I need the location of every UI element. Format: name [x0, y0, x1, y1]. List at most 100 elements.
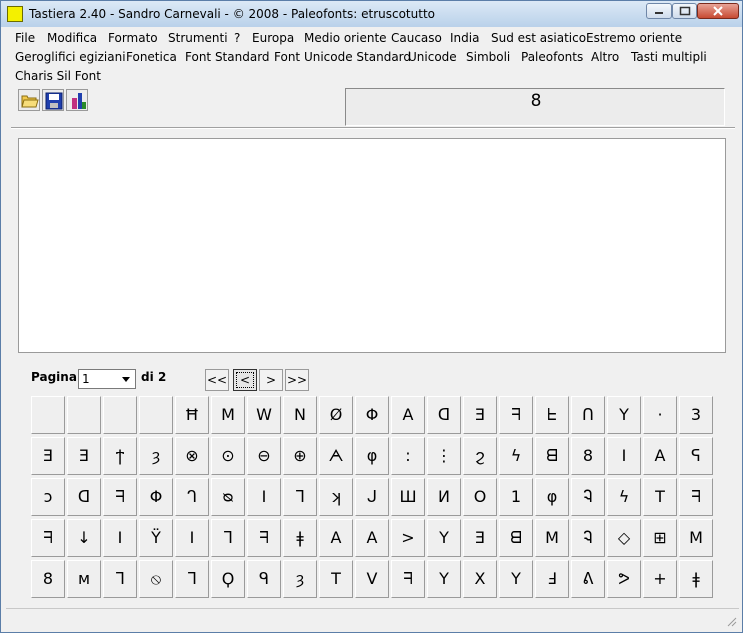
key-button[interactable]: ᖷ: [679, 478, 713, 516]
key-button[interactable]: M: [535, 519, 569, 557]
resize-grip-icon[interactable]: [725, 615, 737, 627]
key-button[interactable]: ↓: [67, 519, 101, 557]
key-button[interactable]: ᴍ: [67, 560, 101, 598]
key-button[interactable]: [139, 396, 173, 434]
menu-file[interactable]: File: [15, 31, 35, 45]
menu-india[interactable]: India: [450, 31, 479, 45]
key-button[interactable]: ⋮: [427, 437, 461, 475]
key-button[interactable]: A: [319, 519, 353, 557]
key-button[interactable]: ᕋ: [679, 437, 713, 475]
menu-simboli[interactable]: Simboli: [466, 50, 510, 64]
key-button[interactable]: Ħ: [175, 396, 209, 434]
key-button[interactable]: X: [463, 560, 497, 598]
key-button[interactable]: ◇: [607, 519, 641, 557]
key-button[interactable]: I: [247, 478, 281, 516]
page-select[interactable]: 1: [78, 369, 136, 389]
key-button[interactable]: Ǝ: [31, 437, 65, 475]
key-button[interactable]: ⊞: [643, 519, 677, 557]
key-button[interactable]: I: [175, 519, 209, 557]
key-button[interactable]: ʞ: [319, 478, 353, 516]
key-button[interactable]: ȝ: [139, 437, 173, 475]
key-button[interactable]: >: [391, 519, 425, 557]
key-button[interactable]: ᑫ: [247, 560, 281, 598]
prev-page-button[interactable]: <: [233, 369, 257, 391]
key-button[interactable]: I: [103, 519, 137, 557]
next-page-button[interactable]: >: [259, 369, 283, 391]
key-button[interactable]: ϟ: [499, 437, 533, 475]
key-button[interactable]: ᖷ: [499, 396, 533, 434]
key-button[interactable]: V: [355, 560, 389, 598]
key-button[interactable]: M: [679, 519, 713, 557]
key-button[interactable]: ⊙: [211, 437, 245, 475]
app-icon[interactable]: [7, 6, 23, 22]
key-button[interactable]: 8: [31, 560, 65, 598]
menu-paleofonts[interactable]: Paleofonts: [521, 50, 583, 64]
menu-font-unicode-standard[interactable]: Font Unicode Standard: [274, 50, 411, 64]
menu-fonetica[interactable]: Fonetica: [126, 50, 177, 64]
key-button[interactable]: ϩ: [463, 437, 497, 475]
menu-font-standard[interactable]: Font Standard: [185, 50, 270, 64]
key-button[interactable]: ⊗: [175, 437, 209, 475]
key-button[interactable]: Y: [607, 396, 641, 434]
key-button[interactable]: ᗡ: [427, 396, 461, 434]
key-button[interactable]: [67, 396, 101, 434]
menu-tasti-multipli[interactable]: Tasti multipli: [631, 50, 707, 64]
menu-caucaso[interactable]: Caucaso: [391, 31, 442, 45]
key-button[interactable]: ᴓ: [211, 478, 245, 516]
menu-geroglifici-egiziani[interactable]: Geroglifici egiziani: [15, 50, 126, 64]
key-button[interactable]: ᖷ: [31, 519, 65, 557]
key-button[interactable]: ⊖: [247, 437, 281, 475]
key-button[interactable]: ᒣ: [103, 560, 137, 598]
key-button[interactable]: W: [247, 396, 281, 434]
key-button[interactable]: ᒉ: [175, 478, 209, 516]
menu-europa[interactable]: Europa: [252, 31, 294, 45]
first-page-button[interactable]: <<: [205, 369, 229, 391]
key-button[interactable]: Ⅎ: [535, 560, 569, 598]
key-button[interactable]: φ: [535, 478, 569, 516]
key-button[interactable]: [103, 396, 137, 434]
key-button[interactable]: Φ: [355, 396, 389, 434]
menu-charis-sil-font[interactable]: Charis Sil Font: [15, 69, 101, 83]
menu-formato[interactable]: Formato: [108, 31, 158, 45]
key-button[interactable]: ǂ: [283, 519, 317, 557]
key-button[interactable]: [31, 396, 65, 434]
key-button[interactable]: Ꮈ: [571, 519, 605, 557]
key-button[interactable]: 8: [571, 437, 605, 475]
key-button[interactable]: Ꮈ: [571, 478, 605, 516]
key-button[interactable]: ᖷ: [103, 478, 137, 516]
key-button[interactable]: ↄ: [31, 478, 65, 516]
key-button[interactable]: ǂ: [679, 560, 713, 598]
key-button[interactable]: ·: [643, 396, 677, 434]
close-button[interactable]: [697, 3, 739, 19]
key-button[interactable]: ᖶ: [535, 396, 569, 434]
title-bar[interactable]: Tastiera 2.40 - Sandro Carnevali - © 200…: [1, 1, 742, 27]
menu-unicode[interactable]: Unicode: [408, 50, 457, 64]
key-button[interactable]: N: [283, 396, 317, 434]
key-button[interactable]: +: [643, 560, 677, 598]
menu-altro[interactable]: Altro: [591, 50, 619, 64]
menu-help[interactable]: ?: [234, 31, 240, 45]
key-button[interactable]: Υ: [499, 560, 533, 598]
key-button[interactable]: ᒣ: [283, 478, 317, 516]
key-button[interactable]: ϟ: [607, 478, 641, 516]
key-button[interactable]: ᕗ: [607, 560, 641, 598]
key-button[interactable]: I: [607, 437, 641, 475]
key-button[interactable]: ⊕: [283, 437, 317, 475]
key-button[interactable]: ⦸: [139, 560, 173, 598]
menu-estremo-oriente[interactable]: Estremo oriente: [586, 31, 682, 45]
key-button[interactable]: M: [211, 396, 245, 434]
key-button[interactable]: ᒣ: [175, 560, 209, 598]
key-button[interactable]: ᗅ: [319, 437, 353, 475]
menu-strumenti[interactable]: Strumenti: [168, 31, 228, 45]
key-button[interactable]: ᑎ: [571, 396, 605, 434]
key-button[interactable]: ᗺ: [499, 519, 533, 557]
key-button[interactable]: T: [643, 478, 677, 516]
key-button[interactable]: ȝ: [283, 560, 317, 598]
key-button[interactable]: И: [427, 478, 461, 516]
key-button[interactable]: O: [463, 478, 497, 516]
key-button[interactable]: Ǝ: [463, 519, 497, 557]
key-button[interactable]: φ: [355, 437, 389, 475]
font-tool-button[interactable]: [66, 89, 88, 111]
menu-sud-est-asiatico[interactable]: Sud est asiatico: [491, 31, 586, 45]
key-button[interactable]: T: [319, 560, 353, 598]
